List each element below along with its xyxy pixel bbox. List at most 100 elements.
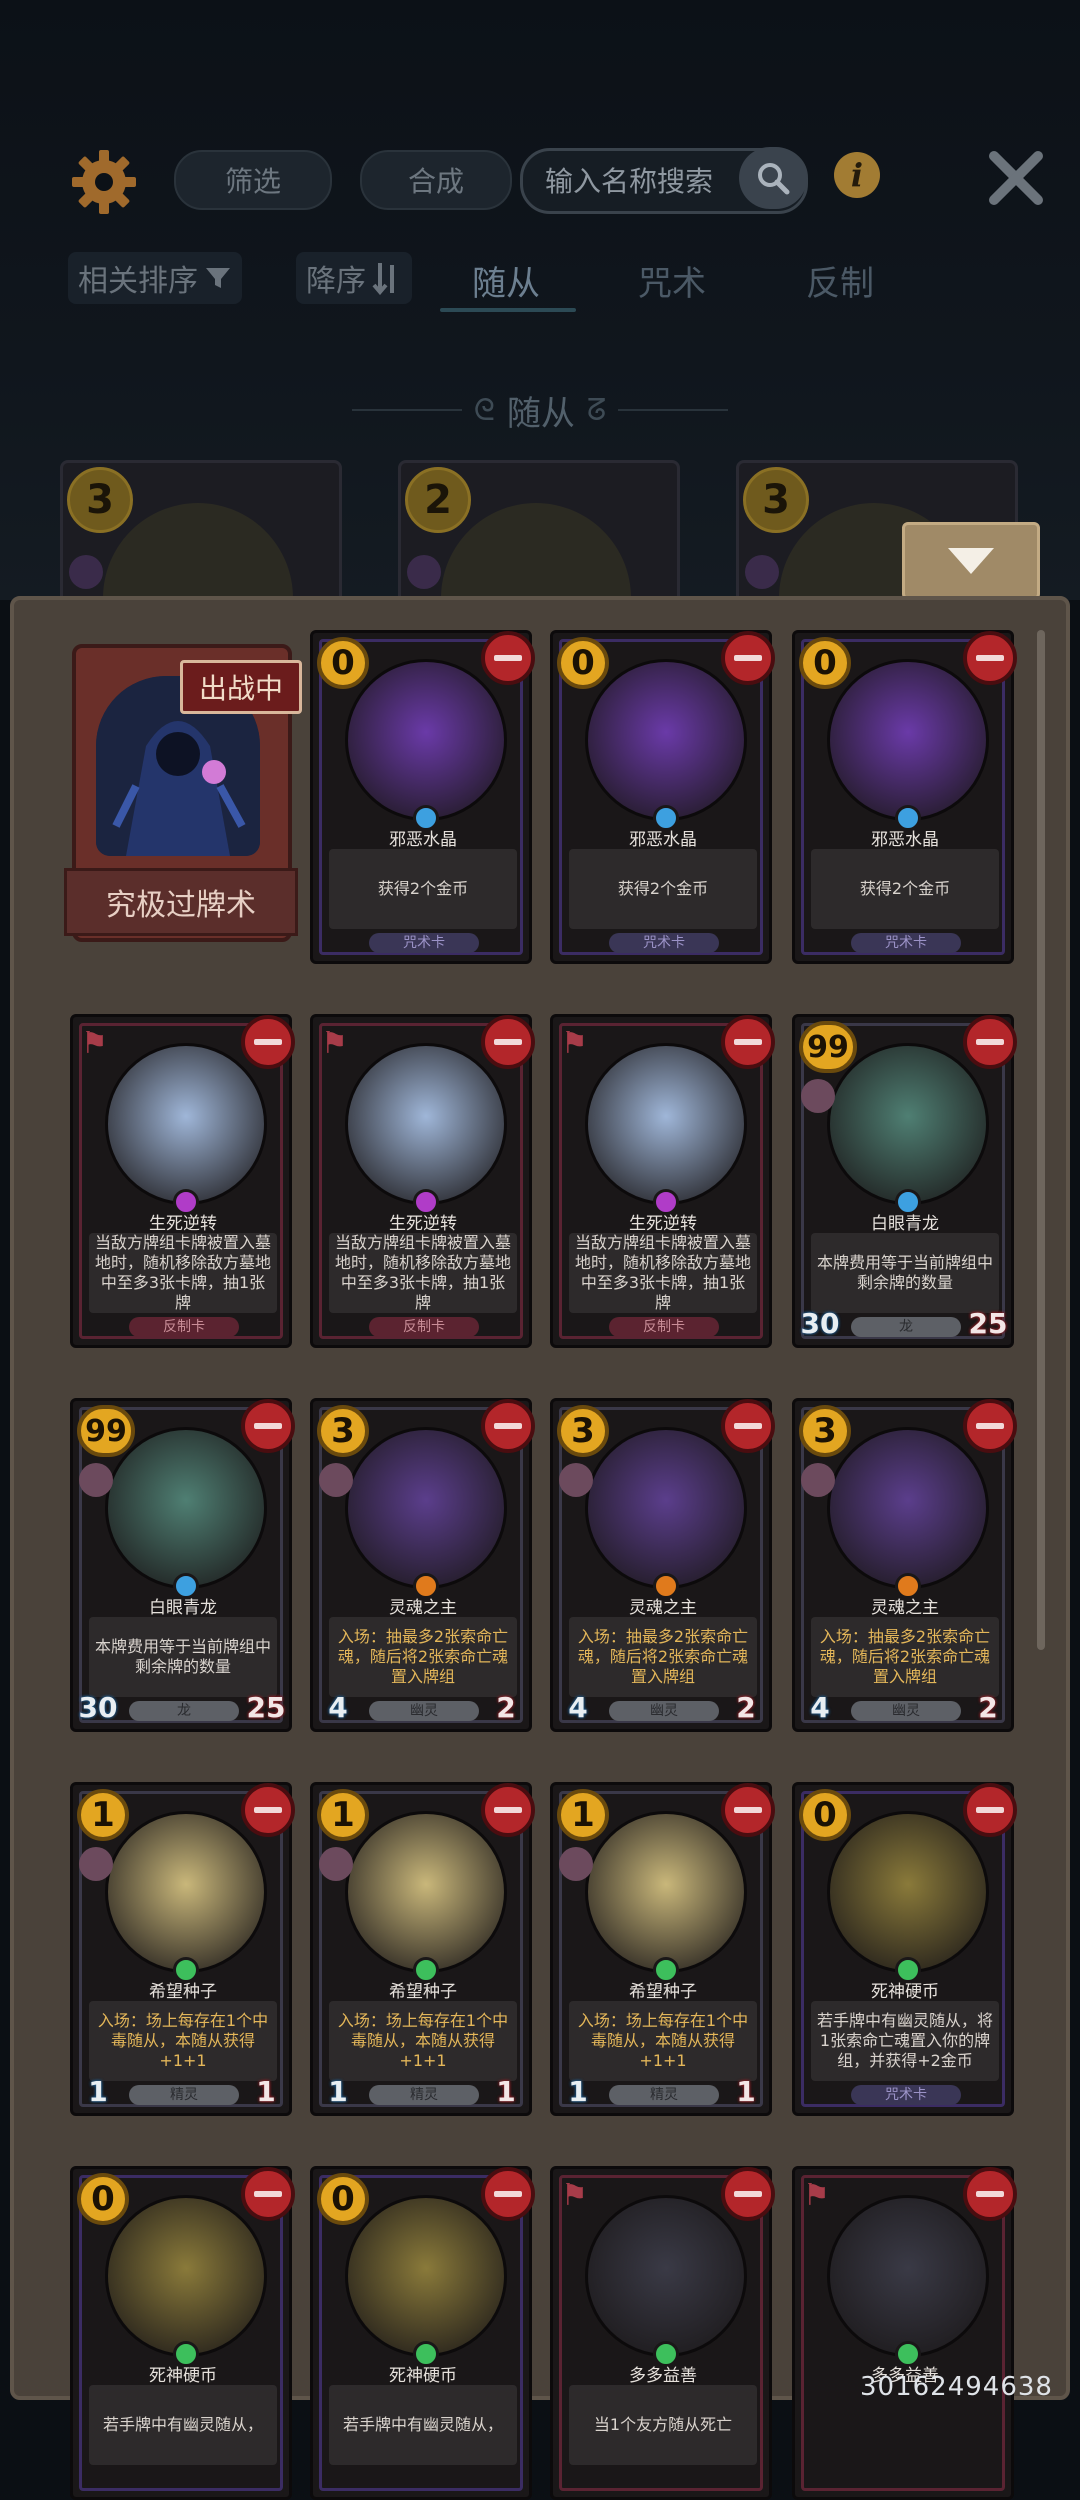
card-cost: 0 bbox=[317, 2173, 369, 2225]
remove-card-button[interactable] bbox=[481, 2167, 535, 2221]
remove-card-button[interactable] bbox=[721, 631, 775, 685]
tribe-icon bbox=[79, 1847, 113, 1881]
remove-card-button[interactable] bbox=[721, 1399, 775, 1453]
card-description: 获得2个金币 bbox=[329, 849, 517, 929]
deck-card[interactable]: 1 希望种子 入场：场上每存在1个中毒随从，本随从获得+1+1 精灵 1 1 bbox=[310, 1782, 535, 2116]
remove-card-button[interactable] bbox=[721, 1783, 775, 1837]
card-art bbox=[105, 1043, 267, 1205]
deck-card[interactable]: ⚑ 生死逆转 当敌方牌组卡牌被置入墓地时，随机移除敌方墓地中至多3张卡牌，抽1张牌反… bbox=[550, 1014, 775, 1348]
card-name: 白眼青龙 bbox=[871, 1214, 939, 1234]
deck-card[interactable]: 0 邪恶水晶 获得2个金币 咒术卡 bbox=[550, 630, 775, 964]
deck-card[interactable]: 99 白眼青龙 本牌费用等于当前牌组中剩余牌的数量龙 30 25 bbox=[70, 1398, 295, 1732]
card-description: 获得2个金币 bbox=[569, 849, 757, 929]
card-cost: 3 bbox=[743, 467, 809, 533]
deck-card[interactable]: 0 邪恶水晶 获得2个金币 咒术卡 bbox=[792, 630, 1017, 964]
card-name: 生死逆转 bbox=[389, 1214, 457, 1234]
card-description: 入场：抽最多2张索命亡魂，随后将2张索命亡魂置入牌组 bbox=[329, 1617, 517, 1697]
craft-button[interactable]: 合成 bbox=[360, 150, 512, 210]
search-button[interactable] bbox=[739, 147, 807, 209]
deck-card[interactable]: 3 灵魂之主 入场：抽最多2张索命亡魂，随后将2张索命亡魂置入牌组 幽灵 4 2 bbox=[310, 1398, 535, 1732]
remove-card-button[interactable] bbox=[963, 1399, 1017, 1453]
remove-card-button[interactable] bbox=[241, 1783, 295, 1837]
deck-card[interactable]: 1 希望种子 入场：场上每存在1个中毒随从，本随从获得+1+1 精灵 1 1 bbox=[70, 1782, 295, 2116]
minus-icon bbox=[494, 1423, 522, 1429]
minus-icon bbox=[976, 655, 1004, 661]
card-health: 2 bbox=[736, 1690, 756, 1724]
card-name: 白眼青龙 bbox=[149, 1598, 217, 1618]
card-art bbox=[105, 2195, 267, 2357]
minus-icon bbox=[734, 1807, 762, 1813]
remove-card-button[interactable] bbox=[481, 1783, 535, 1837]
order-sort-button[interactable]: 降序 bbox=[296, 252, 412, 304]
card-name: 死神硬币 bbox=[389, 2366, 457, 2386]
remove-card-button[interactable] bbox=[963, 631, 1017, 685]
minus-icon bbox=[254, 1807, 282, 1813]
minus-icon bbox=[254, 1423, 282, 1429]
search-input[interactable] bbox=[543, 161, 737, 201]
remove-card-button[interactable] bbox=[963, 2167, 1017, 2221]
card-art bbox=[827, 1427, 989, 1589]
card-cost: 99 bbox=[799, 1021, 857, 1073]
collapse-deck-button[interactable] bbox=[902, 522, 1040, 600]
card-cost: 0 bbox=[77, 2173, 129, 2225]
tribe-icon bbox=[319, 1847, 353, 1881]
filter-button[interactable]: 筛选 bbox=[174, 150, 332, 210]
remove-card-button[interactable] bbox=[721, 1015, 775, 1069]
card-attack: 30 bbox=[78, 1690, 118, 1724]
card-type-label: 咒术卡 bbox=[851, 933, 961, 953]
deck-card[interactable]: 3 灵魂之主 入场：抽最多2张索命亡魂，随后将2张索命亡魂置入牌组 幽灵 4 2 bbox=[792, 1398, 1017, 1732]
card-name: 邪恶水晶 bbox=[389, 830, 457, 850]
deck-card[interactable]: 0 死神硬币 若手牌中有幽灵随从，将1张索命亡魂置入你的牌组，并获得+2金币 咒术卡 bbox=[792, 1782, 1017, 2116]
gear-icon[interactable] bbox=[68, 146, 140, 218]
tab-spells[interactable]: 咒术 bbox=[638, 256, 706, 305]
remove-card-button[interactable] bbox=[241, 1399, 295, 1453]
tab-counters[interactable]: 反制 bbox=[806, 256, 874, 305]
counter-flag-icon: ⚑ bbox=[321, 1026, 348, 1061]
remove-card-button[interactable] bbox=[241, 2167, 295, 2221]
deck-card[interactable]: 3 灵魂之主 入场：抽最多2张索命亡魂，随后将2张索命亡魂置入牌组 幽灵 4 2 bbox=[550, 1398, 775, 1732]
deck-card[interactable]: 0 死神硬币 若手牌中有幽灵随从， bbox=[70, 2166, 295, 2500]
remove-card-button[interactable] bbox=[721, 2167, 775, 2221]
counter-flag-icon: ⚑ bbox=[803, 2178, 830, 2213]
card-name: 灵魂之主 bbox=[871, 1598, 939, 1618]
card-type-label: 反制卡 bbox=[129, 1317, 239, 1337]
remove-card-button[interactable] bbox=[963, 1015, 1017, 1069]
scrollbar[interactable] bbox=[1037, 630, 1045, 1650]
info-icon[interactable]: i bbox=[834, 152, 880, 198]
remove-card-button[interactable] bbox=[241, 1015, 295, 1069]
relevance-sort-button[interactable]: 相关排序 bbox=[68, 252, 242, 304]
card-description: 当敌方牌组卡牌被置入墓地时，随机移除敌方墓地中至多3张卡牌，抽1张牌 bbox=[569, 1233, 757, 1313]
card-art bbox=[827, 1811, 989, 1973]
deck-card[interactable]: 1 希望种子 入场：场上每存在1个中毒随从，本随从获得+1+1 精灵 1 1 bbox=[550, 1782, 775, 2116]
card-type-label: 幽灵 bbox=[609, 1701, 719, 1721]
card-art bbox=[345, 1043, 507, 1205]
card-name: 邪恶水晶 bbox=[629, 830, 697, 850]
tribe-icon bbox=[407, 555, 441, 589]
card-type-label: 咒术卡 bbox=[369, 933, 479, 953]
collection-card[interactable]: 2 bbox=[398, 460, 680, 616]
chevron-down-icon bbox=[948, 548, 994, 574]
deck-card[interactable]: 0 邪恶水晶 获得2个金币咒术卡 bbox=[310, 630, 535, 964]
minus-icon bbox=[976, 1039, 1004, 1045]
remove-card-button[interactable] bbox=[963, 1783, 1017, 1837]
collection-card[interactable]: 3 bbox=[60, 460, 342, 616]
deck-card[interactable]: ⚑ 多多益善 当1个友方随从死亡 bbox=[550, 2166, 775, 2500]
hero-card[interactable]: 究极过牌术 出战中 bbox=[62, 636, 302, 954]
card-cost: 0 bbox=[317, 637, 369, 689]
card-health: 2 bbox=[978, 1690, 998, 1724]
remove-card-button[interactable] bbox=[481, 1015, 535, 1069]
remove-card-button[interactable] bbox=[481, 631, 535, 685]
deck-card[interactable]: ⚑ 多多益善 bbox=[792, 2166, 1017, 2500]
card-cost: 0 bbox=[799, 1789, 851, 1841]
card-cost: 0 bbox=[799, 637, 851, 689]
deck-card[interactable]: ⚑ 生死逆转 当敌方牌组卡牌被置入墓地时，随机移除敌方墓地中至多3张卡牌，抽1张牌反… bbox=[70, 1014, 295, 1348]
card-description: 当敌方牌组卡牌被置入墓地时，随机移除敌方墓地中至多3张卡牌，抽1张牌 bbox=[89, 1233, 277, 1313]
card-type-label: 龙 bbox=[851, 1317, 961, 1337]
deck-card[interactable]: 99 白眼青龙 本牌费用等于当前牌组中剩余牌的数量龙 30 25 bbox=[792, 1014, 1017, 1348]
deck-card[interactable]: ⚑ 生死逆转 当敌方牌组卡牌被置入墓地时，随机移除敌方墓地中至多3张卡牌，抽1张牌反… bbox=[310, 1014, 535, 1348]
remove-card-button[interactable] bbox=[481, 1399, 535, 1453]
deck-card[interactable]: 0 死神硬币 若手牌中有幽灵随从， bbox=[310, 2166, 535, 2500]
close-icon[interactable] bbox=[984, 146, 1048, 210]
tab-minions[interactable]: 随从 bbox=[472, 256, 540, 305]
search-box bbox=[520, 147, 808, 214]
